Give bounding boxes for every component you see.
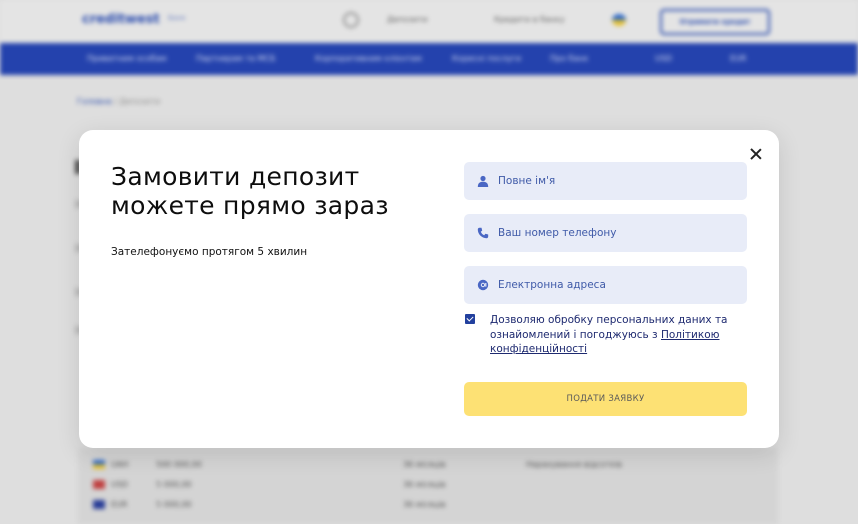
email-input[interactable] xyxy=(498,266,738,304)
full-name-field[interactable] xyxy=(464,162,747,200)
full-name-input[interactable] xyxy=(498,162,738,200)
phone-input[interactable] xyxy=(498,214,738,252)
consent-checkbox[interactable] xyxy=(465,314,475,324)
phone-icon xyxy=(477,227,489,239)
modal-title: Замовити депозит можете прямо зараз xyxy=(111,162,389,220)
phone-field[interactable] xyxy=(464,214,747,252)
user-icon xyxy=(477,175,489,187)
at-icon xyxy=(477,279,489,291)
close-icon[interactable] xyxy=(746,144,766,164)
modal-subtitle: Зателефонуємо протягом 5 хвилин xyxy=(111,246,308,258)
email-field[interactable] xyxy=(464,266,747,304)
consent-text: Дозволяю обробку персональних даних та о… xyxy=(490,313,730,357)
submit-request-button[interactable]: ПОДАТИ ЗАЯВКУ xyxy=(464,382,747,416)
